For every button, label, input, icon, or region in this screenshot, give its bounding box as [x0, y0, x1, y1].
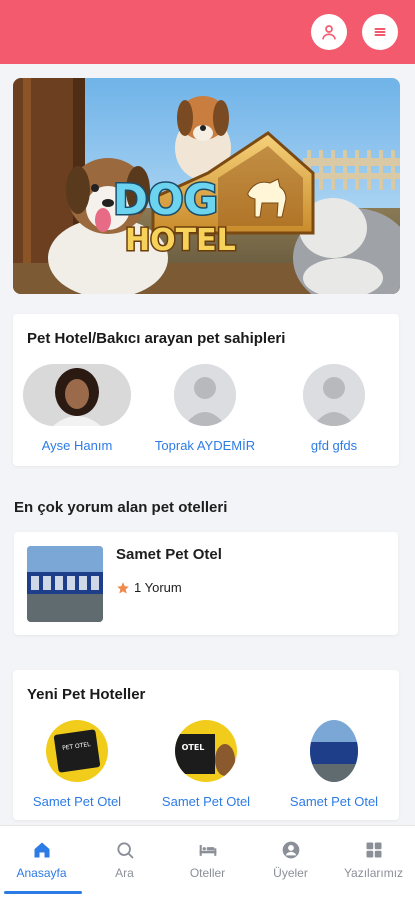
nav-label: Ara — [115, 866, 134, 880]
nav-home[interactable]: Anasayfa — [0, 838, 83, 880]
new-hotel-item[interactable]: PET OTEL Samet Pet Otel — [12, 720, 142, 809]
star-icon — [117, 581, 129, 594]
hotel-image: PET OTEL — [46, 720, 108, 782]
nav-label: Üyeler — [273, 866, 308, 880]
search-icon — [116, 842, 133, 859]
dog-hotel-banner-image: DOG HOTEL — [13, 78, 400, 294]
nav-search[interactable]: Ara — [83, 838, 166, 880]
top-reviewed-title: En çok yorum alan pet otelleri — [14, 499, 228, 516]
user-circle-icon — [282, 841, 299, 859]
hotel-sign-text: OTEL — [182, 743, 205, 752]
owner-item[interactable]: gfd gfds — [269, 364, 399, 453]
profile-button[interactable] — [311, 14, 347, 50]
new-hotel-item[interactable]: Samet Pet Otel — [269, 720, 399, 809]
logo-line2: HOTEL — [125, 223, 236, 258]
avatar — [174, 364, 236, 426]
active-tab-indicator — [4, 891, 82, 894]
nav-label: Oteller — [189, 866, 226, 880]
menu-icon — [374, 28, 386, 36]
hotel-name[interactable]: Samet Pet Otel — [116, 546, 222, 563]
new-hotel-name[interactable]: Samet Pet Otel — [141, 794, 271, 809]
hotel-thumbnail — [27, 546, 103, 622]
owner-item[interactable]: Toprak AYDEMİR — [140, 364, 270, 453]
owner-name[interactable]: Toprak AYDEMİR — [140, 438, 270, 453]
nav-members[interactable]: Üyeler — [249, 838, 332, 880]
hotel-image — [310, 720, 358, 782]
owner-name[interactable]: Ayse Hanım — [12, 438, 142, 453]
user-icon — [322, 25, 336, 40]
hotel-image: OTEL — [175, 720, 237, 782]
owners-section-title: Pet Hotel/Bakıcı arayan pet sahipleri — [27, 330, 286, 347]
owner-name[interactable]: gfd gfds — [269, 438, 399, 453]
hero-banner[interactable]: DOG HOTEL — [13, 78, 400, 294]
avatar — [23, 364, 131, 426]
nav-label: Anasayfa — [16, 866, 67, 880]
logo-line1: DOG — [113, 175, 218, 224]
menu-button[interactable] — [362, 14, 398, 50]
new-hotel-name[interactable]: Samet Pet Otel — [12, 794, 142, 809]
review-count-label: 1 Yorum — [134, 580, 182, 595]
avatar — [303, 364, 365, 426]
nav-hotels[interactable]: Oteller — [166, 838, 249, 880]
nav-articles[interactable]: Yazılarımız — [332, 838, 415, 880]
app-header — [0, 0, 415, 64]
new-hotel-name[interactable]: Samet Pet Otel — [269, 794, 399, 809]
new-hotels-title: Yeni Pet Hoteller — [27, 686, 146, 703]
owner-item[interactable]: Ayse Hanım — [12, 364, 142, 453]
bed-icon — [199, 845, 216, 856]
bottom-navigation: Anasayfa Ara Oteller Üyeler Yazılarımız — [0, 825, 415, 901]
review-count: 1 Yorum — [116, 580, 182, 595]
home-icon — [34, 842, 49, 858]
nav-label: Yazılarımız — [343, 866, 404, 880]
new-hotel-item[interactable]: OTEL Samet Pet Otel — [141, 720, 271, 809]
grid-icon — [366, 842, 381, 858]
